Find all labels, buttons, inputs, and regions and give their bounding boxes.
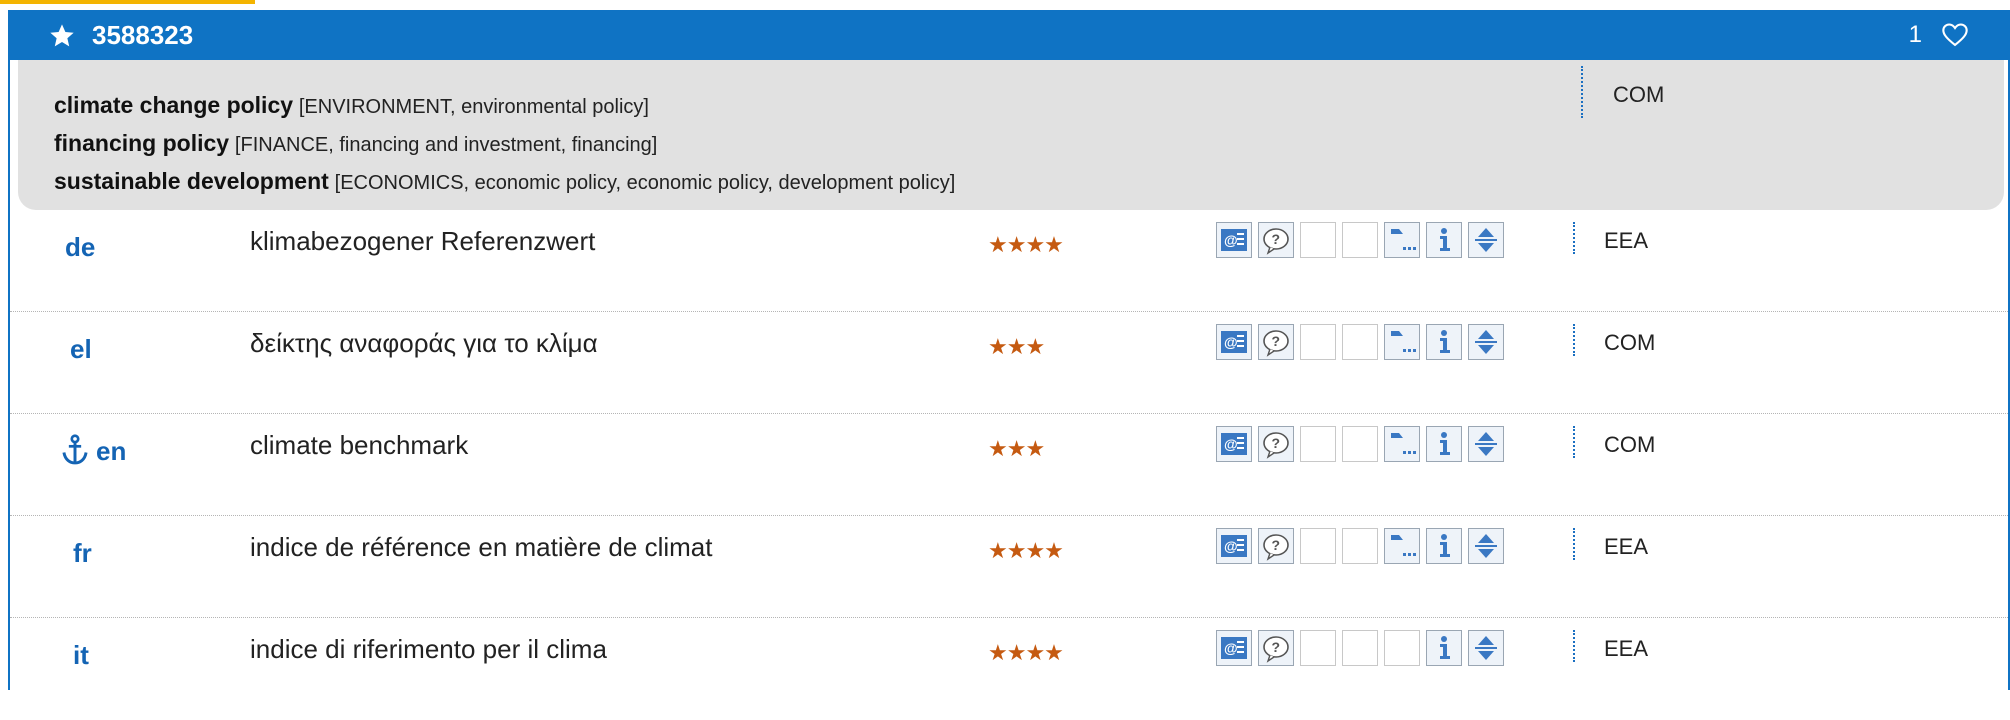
help-icon[interactable]: ? — [1258, 426, 1294, 462]
info-icon[interactable] — [1426, 222, 1462, 258]
term-text[interactable]: δείκτης αναφοράς για το κλίμα — [250, 328, 598, 359]
svg-text:@: @ — [1224, 436, 1238, 452]
svg-text:?: ? — [1272, 537, 1281, 553]
star-icon[interactable] — [48, 22, 76, 50]
blank-icon — [1300, 324, 1336, 360]
email-icon[interactable]: @ — [1216, 324, 1252, 360]
blank-icon — [1342, 426, 1378, 462]
source-label[interactable]: EEA — [1604, 636, 1648, 662]
term-text[interactable]: indice di riferimento per il clima — [250, 634, 607, 665]
blank-icon — [1300, 426, 1336, 462]
blank-icon — [1300, 222, 1336, 258]
domain-path: [FINANCE, financing and investment, fina… — [234, 134, 658, 156]
separator — [1573, 426, 1575, 458]
sort-icon[interactable] — [1468, 528, 1504, 564]
email-icon[interactable]: @ — [1216, 426, 1252, 462]
info-icon[interactable] — [1426, 426, 1462, 462]
source-label[interactable]: COM — [1604, 330, 1655, 356]
heart-icon[interactable] — [1940, 21, 1970, 49]
domain-source[interactable]: COM — [1613, 82, 1664, 108]
svg-text:?: ? — [1272, 435, 1281, 451]
separator — [1573, 222, 1575, 254]
language-code[interactable]: it — [73, 640, 89, 671]
domain-term[interactable]: financing policy — [54, 130, 229, 156]
email-icon[interactable]: @ — [1216, 528, 1252, 564]
svg-text:?: ? — [1272, 333, 1281, 349]
reliability-stars: ★★★★ — [988, 232, 1064, 257]
entry-id: 3588323 — [92, 20, 194, 50]
separator — [1573, 528, 1575, 560]
info-icon[interactable] — [1426, 324, 1462, 360]
context-icon[interactable] — [1384, 426, 1420, 462]
entry-header: 3588323 1 — [10, 10, 2008, 60]
term-text[interactable]: indice de référence en matière de climat — [250, 532, 712, 563]
sort-icon[interactable] — [1468, 426, 1504, 462]
term-text[interactable]: klimabezogener Referenzwert — [250, 226, 595, 257]
help-icon[interactable]: ? — [1258, 630, 1294, 666]
blank-icon — [1300, 528, 1336, 564]
sort-icon[interactable] — [1468, 630, 1504, 666]
term-row: de klimabezogener Referenzwert ★★★★ @ ? … — [10, 210, 2008, 312]
blank-icon — [1342, 630, 1378, 666]
language-code[interactable]: el — [70, 334, 92, 365]
domain-panel: climate change policy [ENVIRONMENT, envi… — [18, 60, 2004, 210]
domain-path: [ECONOMICS, economic policy, economic po… — [334, 172, 956, 194]
term-text[interactable]: climate benchmark — [250, 430, 468, 461]
domain-line: financing policy [FINANCE, financing and… — [54, 130, 657, 157]
language-code[interactable]: de — [65, 232, 95, 263]
svg-text:?: ? — [1272, 639, 1281, 655]
blank-icon — [1300, 630, 1336, 666]
reliability-stars: ★★★★ — [988, 538, 1064, 563]
info-icon[interactable] — [1426, 528, 1462, 564]
context-icon[interactable] — [1384, 222, 1420, 258]
svg-text:@: @ — [1224, 538, 1238, 554]
blank-icon — [1384, 630, 1420, 666]
term-row: it indice di riferimento per il clima ★★… — [10, 618, 2008, 720]
blank-icon — [1342, 222, 1378, 258]
blank-icon — [1342, 528, 1378, 564]
domain-term[interactable]: sustainable development — [54, 168, 329, 194]
domain-path: [ENVIRONMENT, environmental policy] — [298, 96, 649, 118]
separator — [1581, 66, 1583, 118]
term-row: fr indice de référence en matière de cli… — [10, 516, 2008, 618]
svg-text:?: ? — [1272, 231, 1281, 247]
svg-text:@: @ — [1224, 640, 1238, 656]
domain-term[interactable]: climate change policy — [54, 92, 293, 118]
context-icon[interactable] — [1384, 324, 1420, 360]
domain-line: climate change policy [ENVIRONMENT, envi… — [54, 92, 649, 119]
sort-icon[interactable] — [1468, 222, 1504, 258]
source-label[interactable]: EEA — [1604, 228, 1648, 254]
context-icon[interactable] — [1384, 528, 1420, 564]
svg-text:@: @ — [1224, 232, 1238, 248]
svg-text:@: @ — [1224, 334, 1238, 350]
separator — [1573, 324, 1575, 356]
language-code[interactable]: fr — [73, 538, 92, 569]
help-icon[interactable]: ? — [1258, 324, 1294, 360]
reliability-stars: ★★★ — [988, 334, 1045, 359]
help-icon[interactable]: ? — [1258, 222, 1294, 258]
help-icon[interactable]: ? — [1258, 528, 1294, 564]
source-label[interactable]: COM — [1604, 432, 1655, 458]
info-icon[interactable] — [1426, 630, 1462, 666]
email-icon[interactable]: @ — [1216, 222, 1252, 258]
top-accent-bar — [0, 0, 255, 4]
reliability-stars: ★★★ — [988, 436, 1045, 461]
email-icon[interactable]: @ — [1216, 630, 1252, 666]
separator — [1573, 630, 1575, 662]
source-label[interactable]: EEA — [1604, 534, 1648, 560]
anchor-icon — [62, 434, 88, 465]
entry-card: 3588323 1 climate change policy [ENVIRON… — [8, 10, 2010, 690]
like-count: 1 — [1908, 21, 1922, 48]
reliability-stars: ★★★★ — [988, 640, 1064, 665]
blank-icon — [1342, 324, 1378, 360]
term-row: el δείκτης αναφοράς για το κλίμα ★★★ @ ?… — [10, 312, 2008, 414]
domain-line: sustainable development [ECONOMICS, econ… — [54, 168, 955, 195]
sort-icon[interactable] — [1468, 324, 1504, 360]
language-code[interactable]: en — [96, 436, 126, 467]
term-row: en climate benchmark ★★★ @ ? COM — [10, 414, 2008, 516]
